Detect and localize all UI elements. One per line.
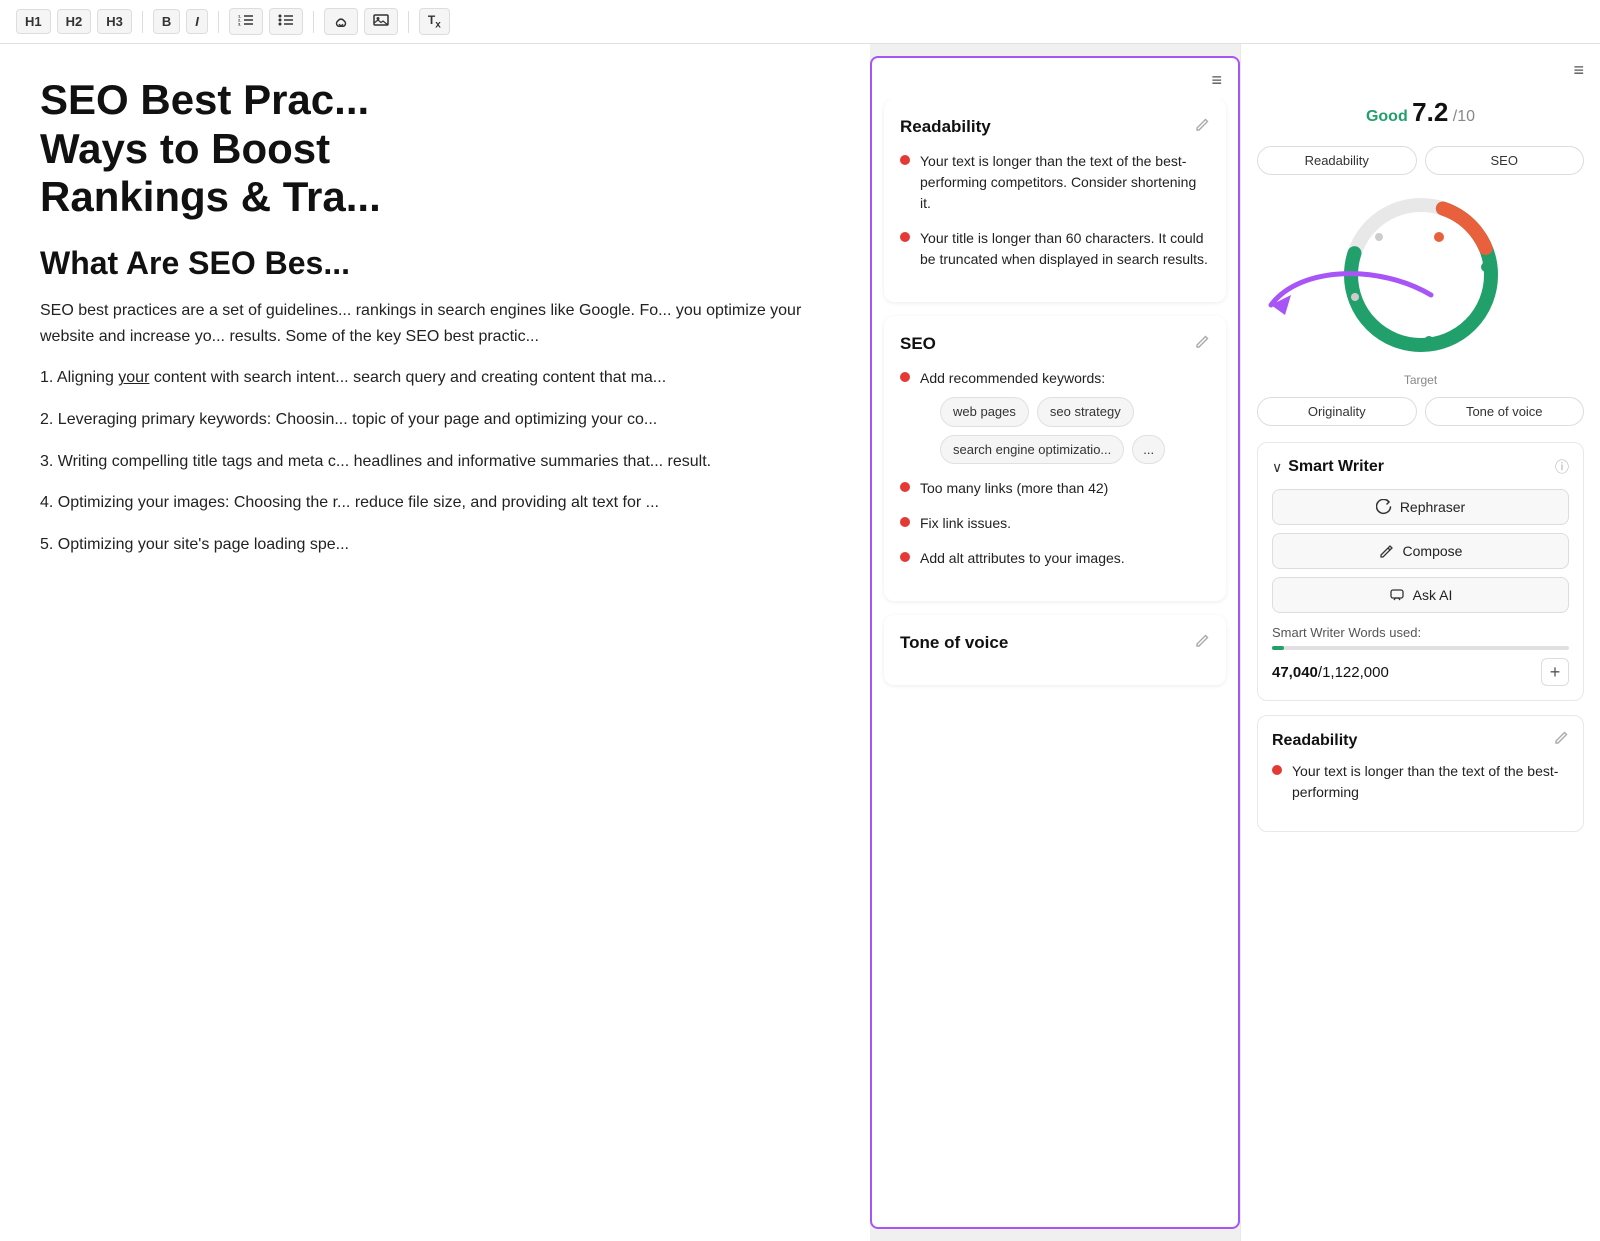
score-label: Good xyxy=(1366,108,1408,125)
smart-writer-section: ∨ Smart Writer ⓘ Rephraser Compose Ask A… xyxy=(1257,442,1584,701)
suggestions-panel: ≡ Readability Your text is longer than t… xyxy=(870,56,1240,1229)
toolbar-divider-3 xyxy=(313,11,314,33)
ordered-list-button[interactable]: 1.2.3. xyxy=(229,8,263,35)
editor-body-3: 2. Leveraging primary keywords: Choosin.… xyxy=(40,407,830,433)
score-chart xyxy=(1331,185,1511,365)
right-panel: ≡ Good 7.2 /10 Readability SEO xyxy=(1240,44,1600,1241)
seo-fix-bullet: Fix link issues. xyxy=(900,513,1210,534)
bullet-dot-seo-3 xyxy=(900,517,910,527)
target-label: Target xyxy=(1257,373,1584,387)
bold-button[interactable]: B xyxy=(153,9,180,34)
ask-ai-button[interactable]: Ask AI xyxy=(1272,577,1569,613)
compose-button[interactable]: Compose xyxy=(1272,533,1569,569)
article-title: SEO Best Prac...Ways to BoostRankings & … xyxy=(40,76,830,221)
smart-writer-header: ∨ Smart Writer ⓘ xyxy=(1272,457,1569,477)
keyword-more[interactable]: ... xyxy=(1132,435,1165,465)
right-readability-title: Readability xyxy=(1272,732,1357,750)
donut-chart-svg xyxy=(1331,185,1511,365)
right-bullet-dot xyxy=(1272,765,1282,775)
bullet-dot-red-2 xyxy=(900,232,910,242)
right-readability-bullet-1: Your text is longer than the text of the… xyxy=(1272,761,1569,803)
bullet-dot-red xyxy=(900,155,910,165)
svg-text:3.: 3. xyxy=(238,22,241,27)
seo-keywords-bullet: Add recommended keywords: web pages seo … xyxy=(900,368,1210,464)
readability-card-header: Readability xyxy=(900,117,1210,137)
editor-body-2: 1. Aligning your content with search int… xyxy=(40,365,830,391)
rephraser-button[interactable]: Rephraser xyxy=(1272,489,1569,525)
score-max: /10 xyxy=(1453,108,1475,125)
editor-area[interactable]: SEO Best Prac...Ways to BoostRankings & … xyxy=(0,44,870,1241)
editor-body-4: 3. Writing compelling title tags and met… xyxy=(40,449,830,475)
readability-tab[interactable]: Readability xyxy=(1257,146,1417,175)
bullet-dot-seo-2 xyxy=(900,482,910,492)
readability-bullet-2: Your title is longer than 60 characters.… xyxy=(900,228,1210,270)
words-progress-bar xyxy=(1272,646,1569,650)
seo-card-header: SEO xyxy=(900,334,1210,354)
readability-edit-icon[interactable] xyxy=(1194,117,1210,137)
toolbar-divider-4 xyxy=(408,11,409,33)
image-button[interactable] xyxy=(364,8,398,35)
keywords-row: web pages seo strategy search engine opt… xyxy=(940,397,1210,464)
clear-format-button[interactable]: Tx xyxy=(419,8,450,35)
seo-alt-bullet: Add alt attributes to your images. xyxy=(900,548,1210,569)
panel-header: ≡ xyxy=(872,58,1238,99)
right-menu-icon[interactable]: ≡ xyxy=(1573,60,1584,81)
bullet-dot-seo-1 xyxy=(900,372,910,382)
editor-body-1: SEO best practices are a set of guidelin… xyxy=(40,298,830,349)
bottom-score-tabs: Originality Tone of voice xyxy=(1257,397,1584,426)
tone-edit-icon[interactable] xyxy=(1194,633,1210,653)
italic-button[interactable]: I xyxy=(186,9,208,34)
seo-edit-icon[interactable] xyxy=(1194,334,1210,354)
toolbar-divider-2 xyxy=(218,11,219,33)
words-count-display: 47,040/1,122,000 xyxy=(1272,664,1389,681)
tone-title: Tone of voice xyxy=(900,633,1008,653)
keyword-tag-1[interactable]: web pages xyxy=(940,397,1029,427)
right-readability-edit-icon[interactable] xyxy=(1553,730,1569,751)
words-add-button[interactable]: + xyxy=(1541,658,1569,686)
score-value: 7.2 xyxy=(1412,97,1448,127)
readability-title: Readability xyxy=(900,117,991,137)
h2-button[interactable]: H2 xyxy=(57,9,92,34)
right-panel-top: ≡ xyxy=(1257,60,1584,81)
right-readability-header: Readability xyxy=(1272,730,1569,751)
bullet-dot-seo-4 xyxy=(900,552,910,562)
words-count-row: 47,040/1,122,000 + xyxy=(1272,658,1569,686)
article-subtitle: What Are SEO Bes... xyxy=(40,245,830,282)
smart-writer-info-icon[interactable]: ⓘ xyxy=(1555,457,1569,477)
main-layout: SEO Best Prac...Ways to BoostRankings & … xyxy=(0,44,1600,1241)
score-area: Good 7.2 /10 xyxy=(1257,85,1584,136)
seo-card: SEO Add recommended keywords: web pages … xyxy=(884,316,1226,601)
editor-toolbar: H1 H2 H3 B I 1.2.3. Tx xyxy=(0,0,1600,44)
readability-bullet-1: Your text is longer than the text of the… xyxy=(900,151,1210,214)
words-progress-fill xyxy=(1272,646,1284,650)
seo-links-bullet: Too many links (more than 42) xyxy=(900,478,1210,499)
smart-writer-chevron[interactable]: ∨ xyxy=(1272,459,1282,476)
h1-button[interactable]: H1 xyxy=(16,9,51,34)
editor-body-6: 5. Optimizing your site's page loading s… xyxy=(40,532,830,558)
tone-of-voice-tab[interactable]: Tone of voice xyxy=(1425,397,1585,426)
unordered-list-button[interactable] xyxy=(269,8,303,35)
toolbar-divider-1 xyxy=(142,11,143,33)
editor-body-5: 4. Optimizing your images: Choosing the … xyxy=(40,490,830,516)
link-button[interactable] xyxy=(324,8,358,35)
panel-menu-icon[interactable]: ≡ xyxy=(1211,70,1222,91)
readability-card: Readability Your text is longer than the… xyxy=(884,99,1226,302)
smart-writer-title: Smart Writer xyxy=(1288,458,1384,476)
keyword-tag-2[interactable]: seo strategy xyxy=(1037,397,1134,427)
seo-tab[interactable]: SEO xyxy=(1425,146,1585,175)
words-used-label: Smart Writer Words used: xyxy=(1272,625,1569,640)
h3-button[interactable]: H3 xyxy=(97,9,132,34)
tone-card: Tone of voice xyxy=(884,615,1226,685)
keyword-tag-3[interactable]: search engine optimizatio... xyxy=(940,435,1124,465)
score-tabs: Readability SEO xyxy=(1257,146,1584,175)
seo-title: SEO xyxy=(900,334,936,354)
panel-scroll[interactable]: Readability Your text is longer than the… xyxy=(872,99,1238,1227)
right-readability-section: Readability Your text is longer than the… xyxy=(1257,715,1584,832)
originality-tab[interactable]: Originality xyxy=(1257,397,1417,426)
tone-card-header: Tone of voice xyxy=(900,633,1210,653)
